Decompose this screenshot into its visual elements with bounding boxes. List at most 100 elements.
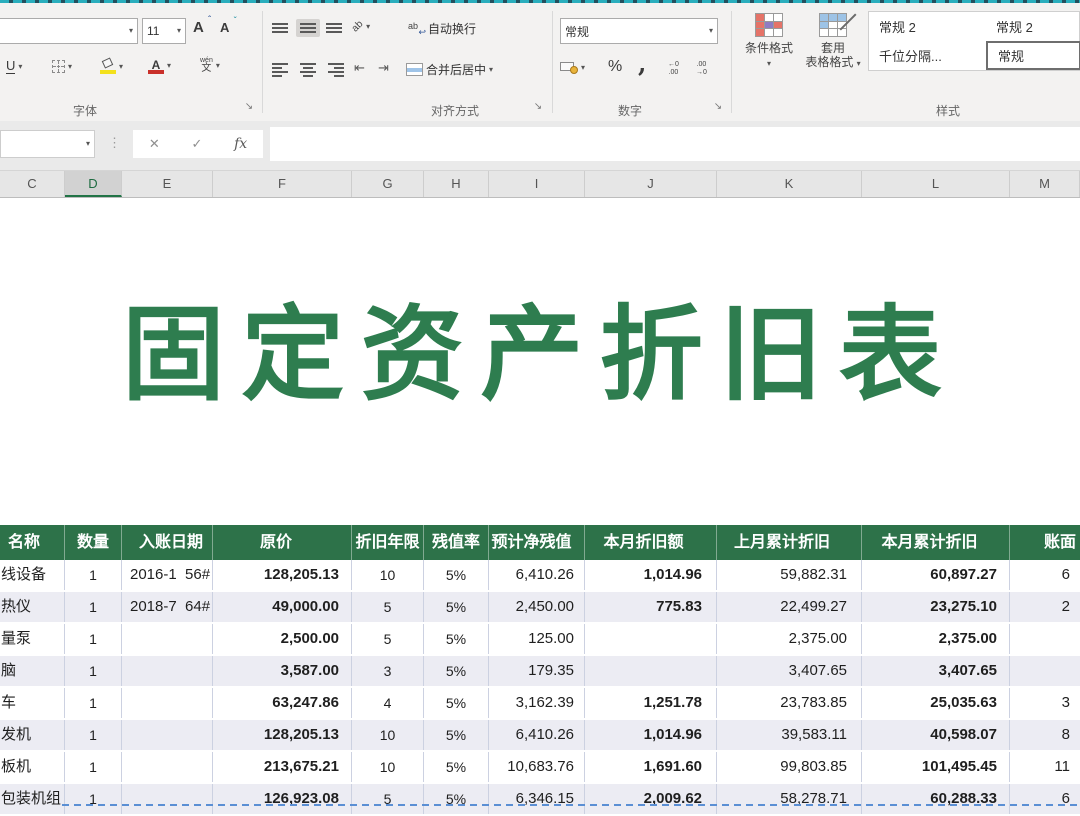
fill-color-button[interactable]: ▾ [100,59,123,74]
chevron-down-icon[interactable]: ▾ [68,63,72,71]
table-cell[interactable]: 58,278.71 [717,784,862,814]
table-cell[interactable]: 6 [1010,784,1080,814]
increase-decimal-button[interactable]: ←0 .00 [668,61,679,77]
table-cell[interactable]: 1 [65,784,122,814]
underline-button[interactable]: U ▾ [6,59,22,74]
formula-bar-drag-handle[interactable]: ⋮ [108,135,121,151]
chevron-down-icon[interactable]: ▾ [177,27,181,35]
table-cell[interactable]: 5% [424,560,489,590]
table-cell[interactable]: 126,923.08 [213,784,352,814]
decrease-font-size-button[interactable]: Aˇ [220,21,229,34]
table-cell[interactable]: 2,375.00 [717,624,862,654]
table-cell[interactable] [122,720,213,750]
table-cell[interactable]: 5% [424,656,489,686]
table-header-cell[interactable]: 本月折旧额 [585,525,717,560]
wrap-text-button[interactable]: ab↩ 自动换行 [408,20,476,37]
align-center-button[interactable] [300,63,316,77]
column-header-cell[interactable]: I [489,171,585,197]
name-box[interactable]: ▾ [0,130,95,158]
table-cell[interactable]: 2,375.00 [862,624,1010,654]
table-cell[interactable]: 5% [424,752,489,782]
chevron-down-icon[interactable]: ▾ [767,59,771,68]
table-cell[interactable]: 2018-7 64# [122,592,213,622]
table-cell[interactable]: 发机 [0,720,65,750]
table-header-cell[interactable]: 折旧年限 [352,525,424,560]
column-header-cell[interactable]: G [352,171,424,197]
table-cell[interactable]: 11 [1010,752,1080,782]
align-middle-button[interactable] [296,19,320,37]
table-cell[interactable]: 63,247.86 [213,688,352,718]
table-cell[interactable]: 60,288.33 [862,784,1010,814]
table-header-cell[interactable]: 数量 [65,525,122,560]
cell-style-item[interactable]: 千位分隔... [869,41,986,70]
table-cell[interactable]: 128,205.13 [213,720,352,750]
table-cell[interactable]: 4 [352,688,424,718]
table-header-cell[interactable]: 本月累计折旧 [862,525,1010,560]
table-cell[interactable] [122,624,213,654]
enter-icon[interactable]: ✓ [191,136,202,152]
increase-indent-button[interactable]: ⇥ [378,60,389,76]
table-cell[interactable]: 2,009.62 [585,784,717,814]
table-cell[interactable]: 5 [352,624,424,654]
table-cell[interactable]: 1 [65,688,122,718]
column-header-cell[interactable]: L [862,171,1010,197]
table-cell[interactable]: 775.83 [585,592,717,622]
table-cell[interactable]: 59,882.31 [717,560,862,590]
table-cell[interactable] [585,624,717,654]
column-header-cell[interactable]: F [213,171,352,197]
comma-style-button[interactable]: , [638,49,646,78]
table-cell[interactable]: 213,675.21 [213,752,352,782]
chevron-down-icon[interactable]: ▾ [86,140,90,148]
chevron-down-icon[interactable]: ▾ [709,27,713,35]
align-bottom-button[interactable] [326,23,342,33]
chevron-down-icon[interactable]: ▾ [581,64,585,72]
table-cell[interactable]: 3,407.65 [862,656,1010,686]
font-size-combo[interactable]: 11 ▾ [142,18,186,44]
table-cell[interactable]: 101,495.45 [862,752,1010,782]
table-cell[interactable]: 125.00 [489,624,585,654]
table-cell[interactable] [122,752,213,782]
table-cell[interactable]: 23,275.10 [862,592,1010,622]
table-cell[interactable]: 10 [352,560,424,590]
table-cell[interactable]: 8 [1010,720,1080,750]
table-cell[interactable]: 2016-1 56# [122,560,213,590]
table-cell[interactable] [585,656,717,686]
table-cell[interactable]: 3,162.39 [489,688,585,718]
column-header-cell[interactable]: M [1010,171,1080,197]
table-cell[interactable]: 25,035.63 [862,688,1010,718]
column-header-cell[interactable]: K [717,171,862,197]
font-name-combo[interactable]: ▾ [0,18,138,44]
align-left-button[interactable] [272,63,288,77]
table-cell[interactable] [122,688,213,718]
chevron-down-icon[interactable]: ▾ [857,59,861,68]
number-dialog-launcher[interactable]: ↘ [712,101,724,113]
table-cell[interactable]: 3 [352,656,424,686]
insert-function-icon[interactable]: fx [234,136,247,152]
chevron-down-icon[interactable]: ▾ [366,23,370,31]
table-cell[interactable]: 99,803.85 [717,752,862,782]
table-cell[interactable]: 1 [65,592,122,622]
table-cell[interactable]: 2 [1010,592,1080,622]
table-cell[interactable]: 2,450.00 [489,592,585,622]
chevron-down-icon[interactable]: ▾ [129,27,133,35]
table-cell[interactable]: 6,410.26 [489,720,585,750]
table-cell[interactable] [1010,656,1080,686]
table-header-cell[interactable]: 入账日期 [122,525,213,560]
table-cell[interactable]: 39,583.11 [717,720,862,750]
table-cell[interactable]: 5% [424,592,489,622]
table-cell[interactable]: 3,407.65 [717,656,862,686]
font-dialog-launcher[interactable]: ↘ [243,101,255,113]
text-orientation-button[interactable]: ab ▾ [352,21,370,32]
table-header-cell[interactable]: 预计净残值 [489,525,585,560]
table-cell[interactable]: 1,014.96 [585,560,717,590]
column-header-cell[interactable]: D [65,171,122,197]
borders-button[interactable]: ▾ [52,60,72,73]
accounting-format-button[interactable]: ▾ [560,61,585,74]
phonetic-guide-button[interactable]: wén文 ▾ [200,57,220,74]
column-header-cell[interactable]: E [122,171,213,197]
chevron-down-icon[interactable]: ▾ [18,63,22,71]
alignment-dialog-launcher[interactable]: ↘ [532,101,544,113]
font-color-button[interactable]: A ▾ [148,58,171,74]
merge-center-button[interactable]: 合并后居中 ▾ [406,61,493,78]
table-cell[interactable]: 10,683.76 [489,752,585,782]
